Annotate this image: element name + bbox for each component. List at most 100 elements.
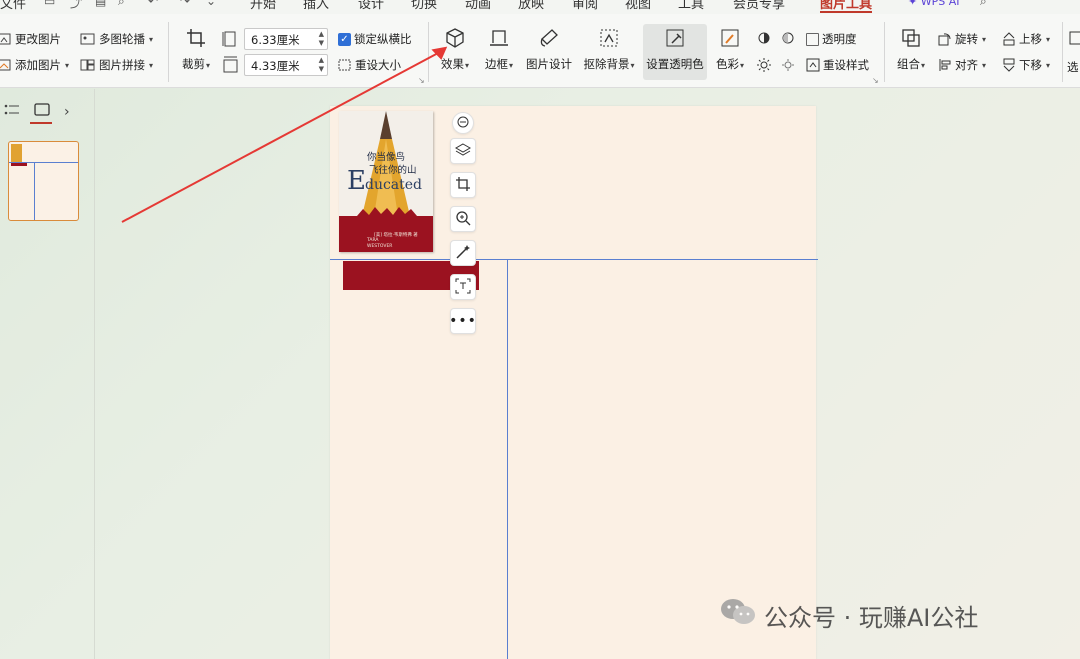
chevron-right-icon[interactable]: › <box>64 104 70 120</box>
collapse-toolbar-button[interactable] <box>452 112 474 134</box>
reset-style-icon <box>806 58 820 72</box>
outline-view-icon[interactable] <box>4 103 20 120</box>
picture-collage-button[interactable]: 图片拼接 ▾ <box>80 57 153 73</box>
redo-icon[interactable]: ↷ <box>180 0 190 8</box>
vertical-guide-line[interactable] <box>507 260 508 659</box>
search-icon[interactable]: ⌕ <box>980 0 987 9</box>
chevron-down-icon: ▾ <box>739 61 744 70</box>
menu-insert[interactable]: 插入 <box>303 0 329 12</box>
rotate-button[interactable]: 旋转 ▾ <box>938 31 986 47</box>
transparency-icon <box>806 32 819 46</box>
book-cn-title-line1: 你当像鸟 <box>367 152 406 163</box>
menu-review[interactable]: 审阅 <box>572 0 598 12</box>
slide-thumbnail-panel: › <box>0 89 95 659</box>
wps-ai-icon: ✦ <box>908 0 918 8</box>
stepper-icon[interactable]: ▲ ▼ <box>319 56 324 74</box>
eyedropper-icon <box>664 24 686 52</box>
menu-file[interactable]: 文件 <box>0 0 26 12</box>
bring-forward-icon <box>1002 32 1016 46</box>
menu-transition[interactable]: 切换 <box>411 0 437 12</box>
more-options-button[interactable]: ••• <box>449 308 476 334</box>
layers-button[interactable] <box>450 138 476 164</box>
brush-icon <box>538 24 560 52</box>
increase-contrast-icon[interactable] <box>757 31 771 48</box>
book-author-first: TARA <box>367 238 379 243</box>
zoom-button[interactable] <box>450 206 476 232</box>
zoom-in-icon <box>455 210 471 229</box>
selection-pane-icon[interactable] <box>1069 31 1080 48</box>
wps-ai-button[interactable]: ✦ WPS AI <box>908 0 959 8</box>
chevron-down-icon: ▾ <box>982 60 987 70</box>
menu-slideshow[interactable]: 放映 <box>518 0 544 12</box>
menu-start[interactable]: 开始 <box>250 0 276 12</box>
slide-thumbnail[interactable] <box>8 141 79 221</box>
reset-style-button[interactable]: 重设样式 <box>806 57 869 73</box>
chevron-down-icon: ▾ <box>508 61 513 70</box>
crop-button[interactable]: 裁剪▾ <box>178 24 214 72</box>
reset-style-label: 重设样式 <box>823 58 869 72</box>
transparency-button[interactable]: 透明度 <box>806 31 857 47</box>
bring-forward-button[interactable]: 上移 ▾ <box>1002 31 1050 47</box>
remove-background-button[interactable]: 抠除背景▾ <box>580 24 638 72</box>
effects-label: 效果 <box>440 57 464 71</box>
align-button[interactable]: 对齐 ▾ <box>938 57 986 73</box>
crop-icon <box>455 176 471 195</box>
magic-wand-icon <box>455 244 471 263</box>
magic-edit-button[interactable] <box>450 240 476 266</box>
print-icon[interactable]: ▤ <box>95 0 106 8</box>
more-dropdown-icon[interactable]: ⌄ <box>206 0 216 8</box>
width-input[interactable]: 4.33厘米 ▲ ▼ <box>244 54 328 76</box>
crop-quick-button[interactable] <box>450 172 476 198</box>
effects-button[interactable]: 效果▾ <box>436 24 474 72</box>
chevron-down-icon: ▾ <box>920 61 925 70</box>
checkbox-checked-icon: ✓ <box>338 32 351 46</box>
increase-brightness-icon[interactable] <box>757 58 771 75</box>
group-button[interactable]: 组合▾ <box>893 24 929 72</box>
save-icon[interactable]: ▭ <box>44 0 55 8</box>
width-value: 4.33厘米 <box>251 59 300 73</box>
height-icon <box>222 30 238 51</box>
dialog-launcher-icon[interactable]: ↘ <box>872 76 879 85</box>
menu-member[interactable]: 会员专享 <box>733 0 785 12</box>
chevron-down-icon: ▾ <box>464 61 469 70</box>
change-picture-icon <box>0 32 12 46</box>
menu-tools[interactable]: 工具 <box>678 0 704 12</box>
ribbon-toolbar: 更改图片 添加图片 ▾ 多图轮播 ▾ 图片拼接 ▾ 裁剪▾ 6.33厘米 ▲ ▼ 4.3… <box>0 14 1080 88</box>
reset-size-button[interactable]: 重设大小 <box>338 57 401 73</box>
picture-design-button[interactable]: 图片设计 <box>524 24 574 72</box>
border-button[interactable]: 边框▾ <box>480 24 518 72</box>
multi-carousel-button[interactable]: 多图轮播 ▾ <box>80 31 153 47</box>
border-icon <box>488 24 510 52</box>
dialog-launcher-icon[interactable]: ↘ <box>418 76 425 85</box>
menu-animation[interactable]: 动画 <box>465 0 491 12</box>
color-button[interactable]: 色彩▾ <box>712 24 748 72</box>
book-author-last: WESTOVER <box>367 244 393 249</box>
book-cover-image[interactable]: 你当像鸟 飞往你的山 Educated [美] 塔拉·韦斯特弗 著 TARA W… <box>339 111 433 252</box>
selection-pane-label[interactable]: 选 <box>1067 59 1079 75</box>
picture-collage-label: 图片拼接 <box>99 58 145 72</box>
stepper-icon[interactable]: ▲ ▼ <box>319 30 324 48</box>
height-input[interactable]: 6.33厘米 ▲ ▼ <box>244 28 328 50</box>
send-backward-button[interactable]: 下移 ▾ <box>1002 57 1050 73</box>
menu-design[interactable]: 设计 <box>358 0 384 12</box>
add-picture-button[interactable]: 添加图片 ▾ <box>0 57 69 73</box>
thumb-guide-vertical <box>34 162 35 220</box>
color-label: 色彩 <box>715 57 739 71</box>
print-preview-icon[interactable]: ⌕ <box>118 0 125 9</box>
decrease-contrast-icon[interactable] <box>781 31 795 48</box>
change-picture-button[interactable]: 更改图片 <box>0 31 61 47</box>
decrease-brightness-icon[interactable] <box>781 58 795 75</box>
set-transparent-color-button[interactable]: 设置透明色 <box>643 24 707 80</box>
slide-view-icon[interactable] <box>34 103 50 120</box>
set-transparent-color-label: 设置透明色 <box>646 57 704 71</box>
panel-tabs: › <box>4 103 70 120</box>
menu-view[interactable]: 视图 <box>625 0 651 12</box>
horizontal-guide-line[interactable] <box>330 259 818 260</box>
export-icon[interactable]: ⤴ <box>70 0 82 11</box>
lock-ratio-checkbox[interactable]: ✓ 锁定纵横比 <box>338 31 412 47</box>
wechat-icon <box>720 597 756 633</box>
undo-icon[interactable]: ↶ <box>148 0 158 8</box>
menu-bar: 文件 ▭ ⤴ ▤ ⌕ ↶ ↷ ⌄ 开始 插入 设计 切换 动画 放映 审阅 视图… <box>0 0 1080 14</box>
ocr-button[interactable] <box>450 274 476 300</box>
reset-size-label: 重设大小 <box>355 58 401 72</box>
